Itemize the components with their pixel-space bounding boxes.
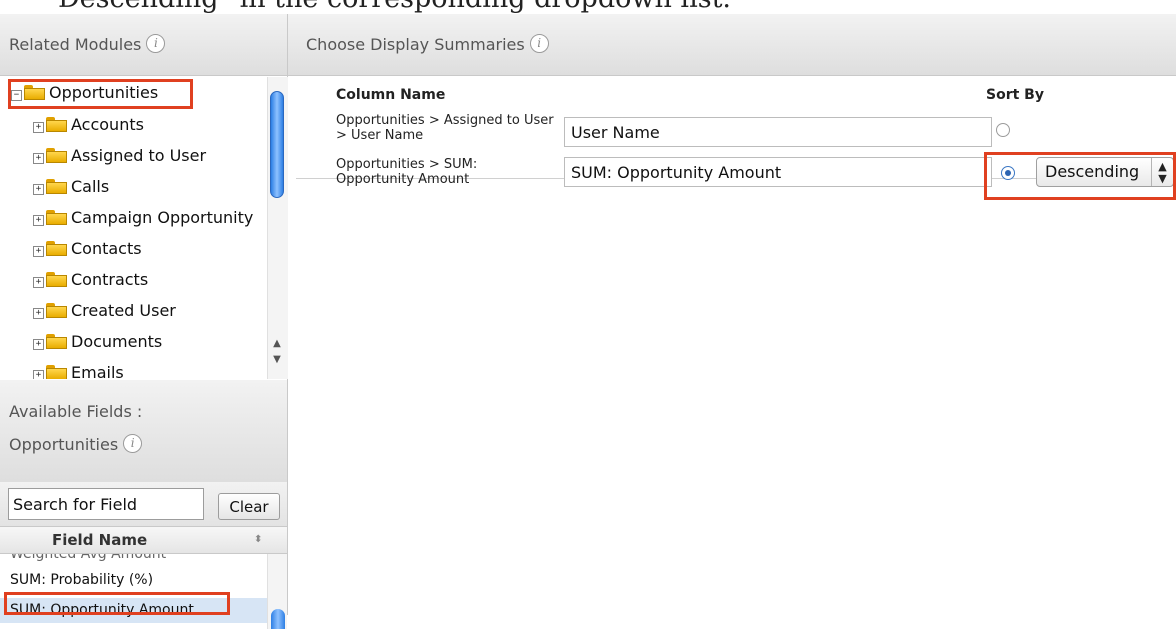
tree-item-accounts[interactable]: + Accounts (33, 112, 144, 138)
tree-item-label: Assigned to User (71, 146, 207, 165)
sort-radio[interactable] (996, 123, 1010, 137)
scroll-up-icon[interactable]: ▲ (270, 337, 284, 351)
folder-icon (46, 117, 67, 132)
expand-icon[interactable]: + (33, 277, 44, 288)
display-summaries-panel: Choose Display Summaries i Column Name So… (288, 14, 1176, 615)
tree-item-label: Campaign Opportunity (71, 208, 254, 227)
sort-icon[interactable]: ⬍ (254, 527, 262, 553)
folder-icon (46, 241, 67, 256)
tree-item-campaign-opportunity[interactable]: + Campaign Opportunity (33, 205, 253, 231)
summary-label-input[interactable] (564, 157, 992, 187)
expand-icon[interactable]: + (33, 122, 44, 133)
field-list-scrollbar[interactable] (267, 554, 287, 629)
folder-icon (46, 334, 67, 349)
folder-icon (46, 179, 67, 194)
related-modules-tree: − Opportunities + Accounts + Assigned to Us… (0, 77, 287, 379)
tree-item-contacts[interactable]: + Contacts (33, 236, 142, 262)
expand-icon[interactable]: + (33, 308, 44, 319)
folder-icon (46, 272, 67, 287)
expand-icon[interactable]: + (33, 339, 44, 350)
tree-item-label: Created User (71, 301, 176, 320)
tree-scroll-thumb[interactable] (270, 91, 284, 198)
field-name-header-label: Field Name (52, 531, 148, 549)
sort-by-header: Sort By (986, 87, 1044, 103)
tree-item-created-user[interactable]: + Created User (33, 298, 176, 324)
highlight-box-field (4, 592, 230, 615)
tree-item-label: Contracts (71, 270, 149, 289)
field-search-input[interactable] (8, 488, 204, 520)
tree-item-label: Accounts (71, 115, 144, 134)
tree-item-emails[interactable]: + Emails (33, 360, 124, 379)
available-fields-module: Opportunities (9, 435, 119, 454)
highlight-box-sort (984, 152, 1176, 200)
field-list-scroll-thumb[interactable] (271, 609, 285, 629)
tree-item-contracts[interactable]: + Contracts (33, 267, 148, 293)
tree-item-calls[interactable]: + Calls (33, 174, 109, 200)
tree-item-documents[interactable]: + Documents (33, 329, 162, 355)
list-item[interactable]: Weighted Avg Amount (0, 554, 267, 567)
info-icon[interactable]: i (146, 34, 166, 53)
expand-icon[interactable]: + (33, 370, 44, 379)
clear-button[interactable]: Clear (218, 493, 280, 520)
available-fields-header: Available Fields : Opportunities i (0, 380, 287, 482)
info-icon[interactable]: i (529, 34, 549, 53)
folder-icon (46, 148, 67, 163)
summary-label-input[interactable] (564, 117, 992, 147)
highlight-box-opportunities (8, 79, 193, 109)
display-summaries-header: Choose Display Summaries i (288, 14, 1176, 76)
expand-icon[interactable]: + (33, 184, 44, 195)
info-icon[interactable]: i (123, 434, 143, 453)
summary-row-label: Opportunities > Assigned to User > User … (336, 113, 554, 143)
tree-item-assigned-to-user[interactable]: + Assigned to User (33, 143, 206, 169)
folder-icon (46, 210, 67, 225)
list-item[interactable]: SUM: Probability (%) (0, 568, 267, 593)
folder-icon (46, 303, 67, 318)
expand-icon[interactable]: + (33, 153, 44, 164)
display-summaries-title: Choose Display Summaries (306, 35, 525, 54)
tree-item-label: Calls (71, 177, 110, 196)
scroll-down-icon[interactable]: ▼ (270, 353, 284, 367)
field-search-bar: Clear (0, 482, 287, 526)
summary-row-label: Opportunities > SUM: Opportunity Amount (336, 157, 478, 187)
column-name-header: Column Name (336, 87, 446, 103)
field-name-column-header[interactable]: Field Name ⬍ (0, 526, 287, 554)
available-fields-title: Available Fields : (9, 402, 143, 421)
tree-item-label: Emails (71, 363, 124, 379)
folder-icon (46, 365, 67, 379)
expand-icon[interactable]: + (33, 246, 44, 257)
tree-item-label: Documents (71, 332, 163, 351)
expand-icon[interactable]: + (33, 215, 44, 226)
related-modules-title: Related Modules (9, 35, 142, 54)
related-modules-header: Related Modules i (0, 14, 287, 76)
tree-item-label: Contacts (71, 239, 142, 258)
